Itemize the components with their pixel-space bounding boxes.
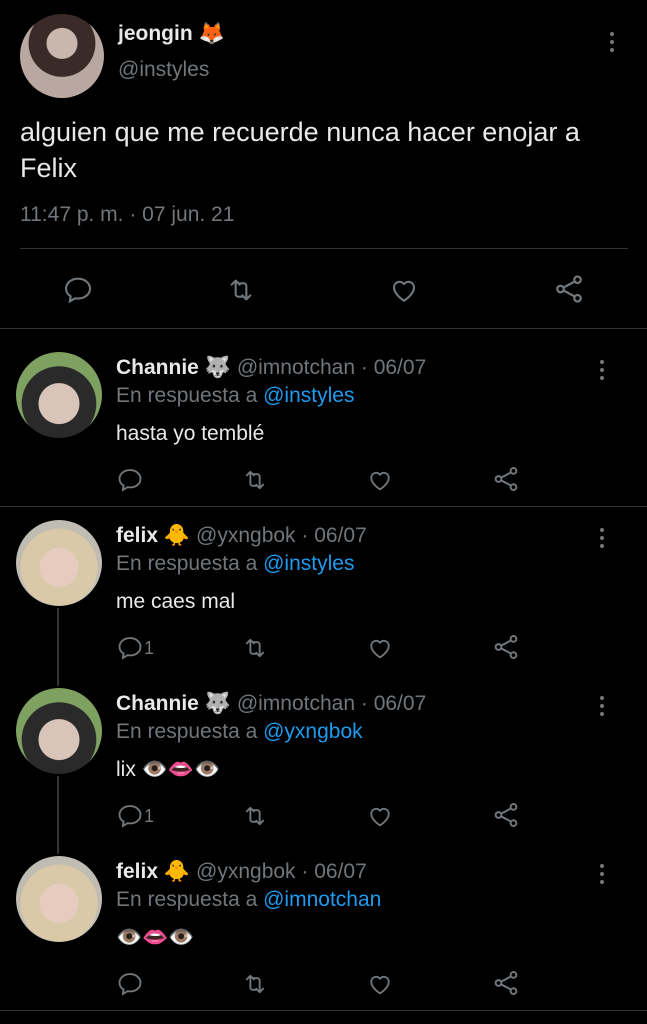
reply-icon bbox=[118, 805, 142, 828]
divider bbox=[0, 328, 647, 329]
share-button[interactable] bbox=[491, 800, 521, 830]
retweet-icon bbox=[245, 806, 265, 826]
retweet-button[interactable] bbox=[240, 466, 270, 494]
retweet-button[interactable] bbox=[240, 802, 270, 830]
reply-author-name[interactable]: Channie 🐺 @imnotchan · 06/07 bbox=[116, 356, 426, 380]
author-name[interactable]: jeongin 🦊 bbox=[118, 22, 225, 46]
avatar[interactable] bbox=[16, 688, 102, 774]
share-button[interactable] bbox=[491, 968, 521, 998]
retweet-icon bbox=[245, 638, 265, 658]
share-button[interactable] bbox=[491, 464, 521, 494]
reply-author-handle[interactable]: @yxngbok · 06/07 bbox=[196, 524, 367, 547]
avatar[interactable] bbox=[16, 352, 102, 438]
reply-count: 1 bbox=[144, 637, 155, 658]
reply-button[interactable]: 1 bbox=[116, 802, 154, 830]
reply-context: En respuesta a @imnotchan bbox=[116, 888, 382, 911]
like-button[interactable] bbox=[366, 634, 394, 662]
reply-author-name[interactable]: felix 🐥 @yxngbok · 06/07 bbox=[116, 860, 367, 884]
tweet-timestamp: 11:47 p. m. · 07 jun. 21 bbox=[20, 203, 235, 226]
divider bbox=[0, 1010, 647, 1011]
more-icon[interactable] bbox=[600, 864, 606, 888]
share-button[interactable] bbox=[491, 632, 521, 662]
like-icon bbox=[370, 471, 390, 491]
reply-text: me caes mal bbox=[116, 590, 236, 613]
like-button[interactable] bbox=[366, 970, 394, 998]
reply-author-handle[interactable]: @yxngbok · 06/07 bbox=[196, 860, 367, 883]
reply-text: lix 👁️👄👁️ bbox=[116, 758, 221, 781]
avatar[interactable] bbox=[16, 520, 102, 606]
mention-link[interactable]: @yxngbok bbox=[263, 720, 363, 743]
reply-icon bbox=[118, 469, 142, 492]
more-icon[interactable] bbox=[600, 696, 606, 720]
mention-link[interactable]: @imnotchan bbox=[263, 888, 381, 911]
thread-line bbox=[57, 776, 59, 854]
like-icon bbox=[370, 807, 390, 827]
retweet-icon bbox=[230, 279, 252, 301]
more-icon[interactable] bbox=[600, 528, 606, 552]
reply-icon bbox=[118, 637, 142, 660]
like-icon bbox=[392, 280, 416, 302]
reply-button[interactable] bbox=[62, 274, 94, 306]
mention-link[interactable]: @instyles bbox=[263, 384, 354, 407]
retweet-icon bbox=[245, 974, 265, 994]
reply-author-name[interactable]: Channie 🐺 @imnotchan · 06/07 bbox=[116, 692, 426, 716]
reply-button[interactable]: 1 bbox=[116, 634, 154, 662]
reply-context: En respuesta a @yxngbok bbox=[116, 720, 363, 743]
author-handle[interactable]: @instyles bbox=[118, 58, 209, 82]
retweet-button[interactable] bbox=[240, 970, 270, 998]
retweet-button[interactable] bbox=[240, 634, 270, 662]
reply-button[interactable] bbox=[116, 970, 144, 998]
like-button[interactable] bbox=[366, 466, 394, 494]
share-icon bbox=[494, 803, 518, 828]
retweet-icon bbox=[245, 470, 265, 490]
share-icon bbox=[556, 275, 582, 303]
more-icon[interactable] bbox=[610, 32, 616, 56]
like-button[interactable] bbox=[388, 274, 420, 306]
share-icon bbox=[494, 467, 518, 492]
divider bbox=[0, 506, 647, 507]
avatar[interactable] bbox=[16, 856, 102, 942]
avatar[interactable] bbox=[20, 14, 104, 98]
tweet-text: alguien que me recuerde nunca hacer enoj… bbox=[20, 117, 580, 183]
reply-icon bbox=[118, 973, 142, 996]
reply-text: 👁️👄👁️ bbox=[116, 926, 195, 949]
share-icon bbox=[494, 635, 518, 660]
like-icon bbox=[370, 975, 390, 995]
share-button[interactable] bbox=[552, 272, 586, 306]
thread-line bbox=[57, 608, 59, 686]
reply-icon bbox=[64, 277, 92, 304]
divider bbox=[20, 248, 628, 249]
reply-count: 1 bbox=[144, 805, 155, 826]
more-icon[interactable] bbox=[600, 360, 606, 384]
reply-context: En respuesta a @instyles bbox=[116, 552, 355, 575]
like-icon bbox=[370, 639, 390, 659]
reply-author-handle[interactable]: @imnotchan · 06/07 bbox=[237, 356, 426, 379]
reply-text: hasta yo temblé bbox=[116, 422, 265, 445]
reply-author-name[interactable]: felix 🐥 @yxngbok · 06/07 bbox=[116, 524, 367, 548]
share-icon bbox=[494, 971, 518, 996]
mention-link[interactable]: @instyles bbox=[263, 552, 354, 575]
retweet-button[interactable] bbox=[224, 274, 258, 306]
reply-button[interactable] bbox=[116, 466, 144, 494]
reply-context: En respuesta a @instyles bbox=[116, 384, 355, 407]
reply-author-handle[interactable]: @imnotchan · 06/07 bbox=[237, 692, 426, 715]
like-button[interactable] bbox=[366, 802, 394, 830]
